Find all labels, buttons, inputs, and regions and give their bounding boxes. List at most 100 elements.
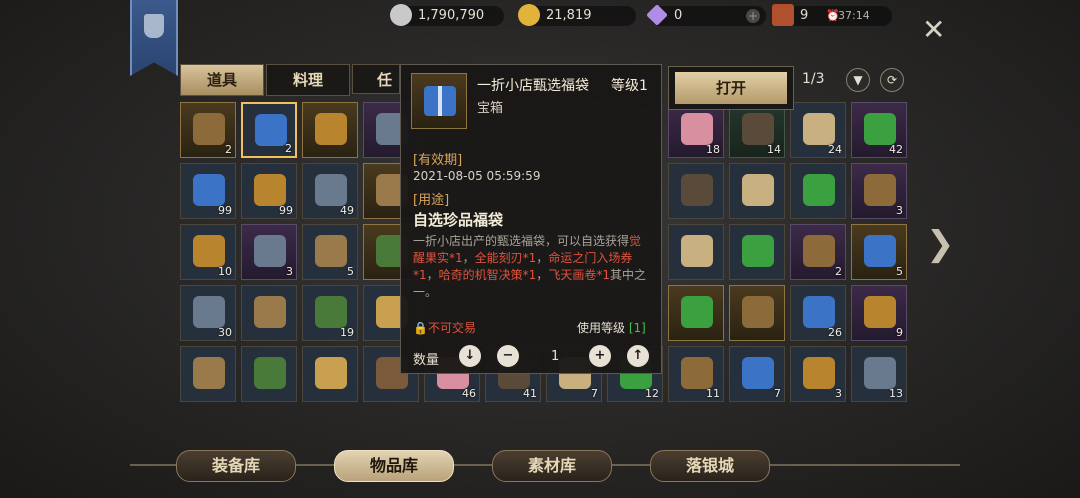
item-icon xyxy=(681,296,713,328)
tab-items[interactable]: 道具 xyxy=(180,64,264,96)
inventory-slot[interactable]: 5 xyxy=(302,224,358,280)
quantity-label: 数量 xyxy=(413,353,440,368)
item-icon xyxy=(315,174,347,206)
item-count: 99 xyxy=(279,204,293,217)
gold-currency: 21,819 xyxy=(518,4,636,26)
item-count: 2 xyxy=(835,265,842,278)
inventory-slot[interactable] xyxy=(729,163,785,219)
inventory-slot[interactable]: 3 xyxy=(241,224,297,280)
item-icon xyxy=(411,73,467,129)
item-level: 等级1 xyxy=(611,78,648,94)
guild-banner[interactable] xyxy=(130,0,178,76)
inventory-slot[interactable]: 49 xyxy=(302,163,358,219)
inventory-slot[interactable] xyxy=(180,346,236,402)
item-tooltip: 一折小店甄选福袋 等级1 宝箱 [有效期] 2021-08-05 05:59:5… xyxy=(400,64,662,374)
qty-plus-icon[interactable]: + xyxy=(589,345,611,367)
inventory-slot[interactable] xyxy=(729,224,785,280)
nav-city[interactable]: 落银城 xyxy=(650,450,770,482)
item-icon xyxy=(681,113,713,145)
inventory-slot[interactable]: 11 xyxy=(668,346,724,402)
item-icon xyxy=(193,174,225,206)
item-icon xyxy=(803,296,835,328)
inventory-slot[interactable]: 42 xyxy=(851,102,907,158)
item-count: 13 xyxy=(889,387,903,400)
inventory-slot[interactable]: 7 xyxy=(729,346,785,402)
inventory-slot[interactable]: 99 xyxy=(180,163,236,219)
inventory-slot[interactable]: 3 xyxy=(851,163,907,219)
tab-quest[interactable]: 任务 xyxy=(352,64,400,94)
inventory-slot[interactable] xyxy=(668,224,724,280)
add-diamond-button[interactable]: + xyxy=(746,9,760,23)
inventory-slot[interactable]: 24 xyxy=(790,102,846,158)
item-count: 2 xyxy=(225,143,232,156)
nav-materials[interactable]: 素材库 xyxy=(492,450,612,482)
inventory-slot[interactable]: 5 xyxy=(851,224,907,280)
qty-max-icon[interactable]: ↑ xyxy=(627,345,649,367)
trade-status: 🔒不可交易 xyxy=(413,321,476,335)
item-count: 49 xyxy=(340,204,354,217)
inventory-slot[interactable]: 2 xyxy=(241,102,297,158)
item-icon xyxy=(742,235,774,267)
inventory-slot[interactable]: 18 xyxy=(668,102,724,158)
inventory-slot[interactable] xyxy=(302,102,358,158)
inventory-slot[interactable]: 2 xyxy=(180,102,236,158)
inventory-slot[interactable]: 10 xyxy=(180,224,236,280)
item-count: 2 xyxy=(285,142,292,155)
inventory-slot[interactable] xyxy=(790,163,846,219)
item-icon xyxy=(681,235,713,267)
inventory-slot[interactable] xyxy=(241,285,297,341)
item-icon xyxy=(803,235,835,267)
item-count: 5 xyxy=(896,265,903,278)
item-count: 3 xyxy=(896,204,903,217)
inventory-slot[interactable]: 19 xyxy=(302,285,358,341)
item-count: 14 xyxy=(767,143,781,156)
validity-date: 2021-08-05 05:59:59 xyxy=(413,169,541,183)
castle-emblem-icon xyxy=(144,14,164,38)
inventory-slot[interactable] xyxy=(302,346,358,402)
inventory-slot[interactable]: 2 xyxy=(790,224,846,280)
nav-equipment[interactable]: 装备库 xyxy=(176,450,296,482)
qty-min-icon[interactable]: ↓ xyxy=(459,345,481,367)
inventory-slot[interactable] xyxy=(729,285,785,341)
item-icon xyxy=(254,174,286,206)
tab-cooking[interactable]: 料理 xyxy=(266,64,350,96)
open-button[interactable]: 打开 xyxy=(668,66,794,110)
item-count: 11 xyxy=(706,387,720,400)
inventory-slot[interactable] xyxy=(668,285,724,341)
inventory-slot[interactable] xyxy=(241,346,297,402)
item-count: 42 xyxy=(889,143,903,156)
next-page-arrow-icon[interactable]: ❯ xyxy=(926,224,955,264)
item-count: 99 xyxy=(218,204,232,217)
qty-minus-icon[interactable]: − xyxy=(497,345,519,367)
usage-title: 自选珍品福袋 xyxy=(413,211,504,229)
usage-header: [用途] xyxy=(413,193,450,208)
item-count: 19 xyxy=(340,326,354,339)
item-count: 46 xyxy=(462,387,476,400)
inventory-slot[interactable]: 99 xyxy=(241,163,297,219)
item-count: 9 xyxy=(896,326,903,339)
refresh-icon[interactable]: ⟳ xyxy=(880,68,904,92)
item-icon xyxy=(803,357,835,389)
inventory-slot[interactable] xyxy=(668,163,724,219)
item-count: 7 xyxy=(774,387,781,400)
inventory-slot[interactable]: 3 xyxy=(790,346,846,402)
item-count: 12 xyxy=(645,387,659,400)
silver-currency: 1,790,790 xyxy=(390,4,504,26)
chevron-down-icon[interactable]: ▼ xyxy=(846,68,870,92)
item-name: 一折小店甄选福袋 xyxy=(477,78,589,94)
inventory-slot[interactable]: 14 xyxy=(729,102,785,158)
item-count: 7 xyxy=(591,387,598,400)
item-icon xyxy=(864,357,896,389)
inventory-slot[interactable]: 13 xyxy=(851,346,907,402)
inventory-slot[interactable]: 26 xyxy=(790,285,846,341)
item-icon xyxy=(742,296,774,328)
item-icon xyxy=(803,113,835,145)
inventory-slot[interactable]: 9 xyxy=(851,285,907,341)
nav-items[interactable]: 物品库 xyxy=(334,450,454,482)
item-icon xyxy=(193,296,225,328)
inventory-slot[interactable]: 30 xyxy=(180,285,236,341)
item-count: 26 xyxy=(828,326,842,339)
close-icon[interactable]: ✕ xyxy=(922,16,945,44)
item-icon xyxy=(193,357,225,389)
item-count: 10 xyxy=(218,265,232,278)
